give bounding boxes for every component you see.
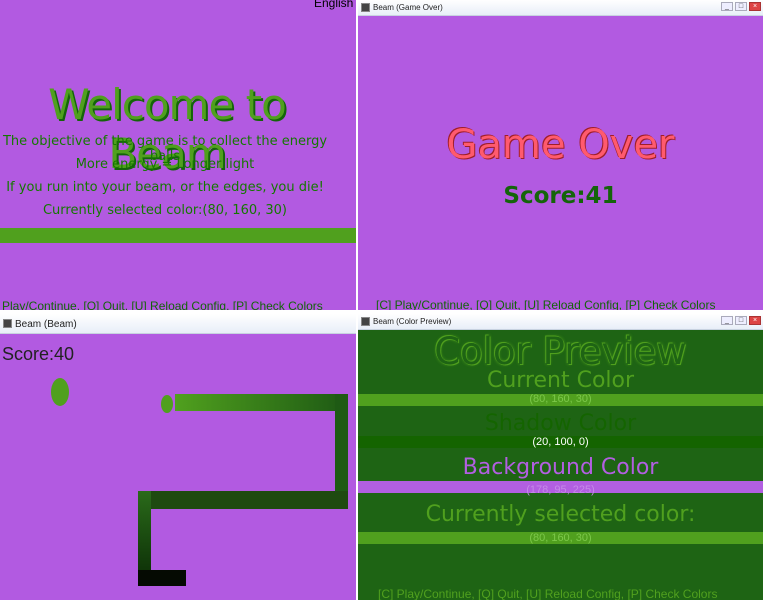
- death-rule-text: If you run into your beam, or the edges,…: [6, 180, 324, 195]
- welcome-window: English Welcome to Beam The objective of…: [0, 0, 356, 310]
- beam-head: [138, 570, 186, 586]
- color-preview-window: Beam (Color Preview) _ □ × Color Preview…: [358, 314, 763, 600]
- current-color-label: Current Color: [486, 368, 635, 393]
- shadow-color-value: (20, 100, 0): [532, 436, 589, 448]
- final-score: Score:41: [503, 183, 618, 209]
- shadow-color-label: Shadow Color: [484, 411, 637, 436]
- selected-color-value: (80, 160, 30): [529, 532, 592, 544]
- maximize-button[interactable]: □: [735, 316, 747, 325]
- current-color-value: (80, 160, 30): [529, 393, 592, 405]
- window-titlebar[interactable]: Beam (Game Over) _ □ ×: [358, 0, 763, 16]
- controls-hint: [C] Play/Continue, [Q] Quit, [U] Reload …: [376, 298, 716, 310]
- background-color-label: Background Color: [462, 455, 659, 480]
- window-app-icon: [3, 319, 12, 328]
- window-title: Beam (Color Preview): [373, 317, 452, 326]
- gameover-window: Beam (Game Over) _ □ × Game Over Score:4…: [358, 0, 763, 310]
- minimize-button[interactable]: _: [721, 2, 733, 11]
- window-titlebar[interactable]: Beam (Beam): [0, 314, 356, 334]
- gameplay-window: Beam (Beam) Score:40: [0, 314, 356, 600]
- energy-ball-icon: [51, 378, 69, 406]
- energy-text: More energy = Longer light: [75, 157, 255, 172]
- window-app-icon: [361, 317, 370, 326]
- window-app-icon: [361, 3, 370, 12]
- background-color-value: (178, 95, 225): [526, 484, 595, 496]
- maximize-button[interactable]: □: [735, 2, 747, 11]
- window-titlebar[interactable]: Beam (Color Preview) _ □ ×: [358, 314, 763, 330]
- selected-color-text: Currently selected color:(80, 160, 30): [42, 203, 287, 218]
- preview-title: Color Preview: [434, 330, 687, 373]
- beam-segment: [138, 491, 348, 509]
- beam-segment: [175, 394, 345, 411]
- close-button[interactable]: ×: [749, 2, 761, 11]
- game-board: [51, 378, 348, 586]
- window-title: Beam (Game Over): [373, 3, 443, 12]
- controls-hint: Play/Continue, [Q] Quit, [U] Reload Conf…: [2, 299, 323, 310]
- controls-hint: [C] Play/Continue, [Q] Quit, [U] Reload …: [378, 587, 718, 600]
- window-title: Beam (Beam): [15, 319, 77, 330]
- color-bar: [0, 228, 356, 243]
- minimize-button[interactable]: _: [721, 316, 733, 325]
- close-button[interactable]: ×: [749, 316, 761, 325]
- energy-ball-icon: [161, 395, 173, 413]
- gameover-title: Game Over: [446, 122, 675, 168]
- selected-color-label: Currently selected color:: [425, 502, 696, 527]
- language-indicator[interactable]: English: [314, 0, 353, 10]
